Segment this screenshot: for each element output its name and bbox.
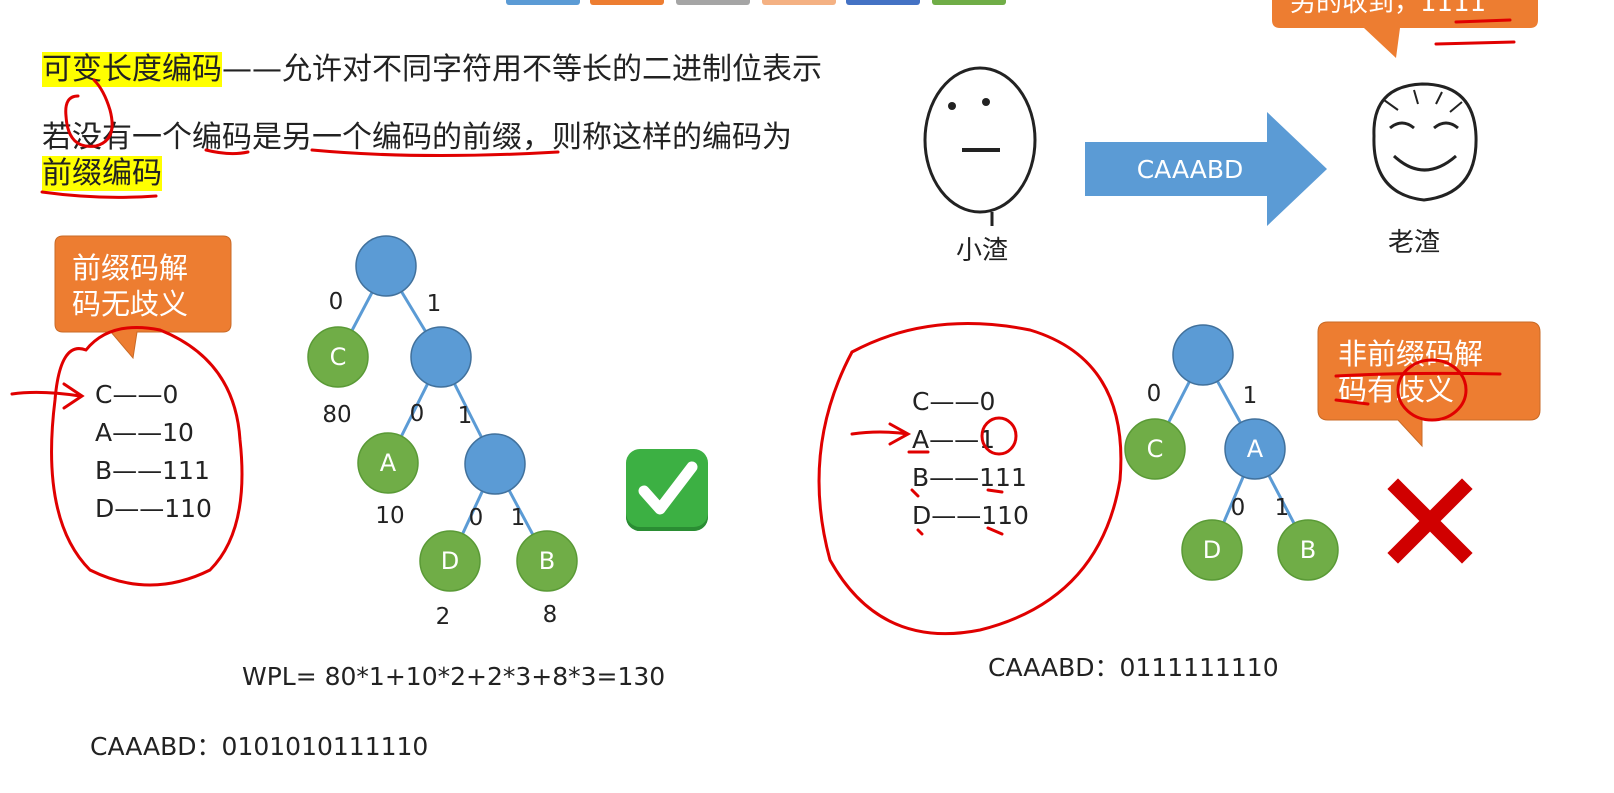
slide-tab [846, 0, 920, 5]
left-tree-weight-label: 10 [375, 503, 404, 529]
left-tree-edge-bit-label: 1 [458, 403, 473, 429]
annotation-left-arrow [10, 382, 85, 410]
left-tree-weight-label: 8 [543, 602, 558, 628]
annotation-prefixterm-underline [40, 190, 158, 199]
right-tree-node-label: B [1300, 536, 1316, 564]
right-code-row: D——110 [912, 501, 1029, 530]
right-callout-line2: 码有歧义 [1338, 373, 1455, 407]
left-code-row: A——10 [95, 418, 194, 447]
left-tree-node-label: A [380, 449, 397, 477]
left-tree-node-n2 [464, 433, 526, 495]
left-tree-edge-bit-label: 1 [427, 291, 442, 317]
variable-length-definition: 可变长度编码——允许对不同字符用不等长的二进制位表示 [42, 44, 822, 88]
left-tree-node-label: C [330, 343, 347, 371]
prefix-code-term-line: 前缀编码 [42, 148, 162, 192]
right-tree-edge-bit-label: 1 [1243, 383, 1258, 409]
right-code-row: C——0 [912, 387, 996, 416]
right-code-row: B——111 [912, 463, 1027, 492]
sender-face-icon [923, 66, 1037, 226]
left-tree-weight-label: 80 [322, 402, 351, 428]
slide-tab [676, 0, 750, 5]
left-tree-node-n1 [410, 326, 472, 388]
arrow-label: CAAABD [1136, 155, 1244, 184]
cross-mark-icon [1387, 478, 1473, 564]
right-encoding: CAAABD：0111111110 [988, 653, 1279, 682]
right-tree-node-label: C [1147, 435, 1164, 463]
left-code-row: B——111 [95, 456, 210, 485]
wpl-formula: WPL= 80*1+10*2+2*3+8*3=130 [242, 662, 666, 691]
slide-tab [506, 0, 580, 5]
left-code-row: C——0 [95, 380, 179, 409]
receiver-face-icon [1372, 82, 1478, 202]
receiver-label: 老渣 [1388, 228, 1441, 258]
sender-label: 小渣 [956, 236, 1009, 266]
slide-tab [932, 0, 1006, 5]
check-mark-icon [626, 449, 708, 531]
right-tree-edge-bit-label: 0 [1147, 381, 1162, 407]
left-tree-edge-bit-label: 1 [511, 505, 526, 531]
prefix-code-term: 前缀编码 [42, 156, 162, 191]
variable-length-term: 可变长度编码 [42, 52, 222, 87]
left-tree-node-root [355, 235, 417, 297]
top-callout-text: 另的收到，1111 [1290, 0, 1487, 18]
left-callout-text: 前缀码解 码无歧义 [72, 250, 188, 322]
right-tree-node-root [1172, 324, 1234, 386]
right-tree-edge-bit-label: 1 [1275, 495, 1290, 521]
left-callout-line1: 前缀码解 [72, 251, 189, 285]
left-tree-edge-bit-label: 0 [469, 505, 484, 531]
left-tree-node-label: B [539, 547, 555, 575]
left-code-table: C——0 A——10 B——111 D——110 [95, 376, 212, 528]
left-tree-node-label: D [441, 547, 459, 575]
left-callout-line2: 码无歧义 [72, 287, 189, 321]
annotation-right-arrow [850, 422, 912, 446]
left-code-row: D——110 [95, 494, 212, 523]
variable-length-desc: ——允许对不同字符用不等长的二进制位表示 [222, 52, 822, 87]
right-tree-node-label: D [1203, 536, 1221, 564]
left-encoding: CAAABD：0101010111110 [90, 732, 429, 761]
right-callout-text: 非前缀码解 码有歧义 [1338, 336, 1483, 408]
left-tree-edge-bit-label: 0 [410, 401, 425, 427]
slide-tab [762, 0, 836, 5]
slide-tab [590, 0, 664, 5]
right-code-table: C——0 A——1 B——111 D——110 [912, 383, 1029, 535]
left-tree-weight-label: 2 [436, 604, 451, 630]
left-tree-edge-bit-label: 0 [329, 289, 344, 315]
left-huffman-tree: 0 10 10 1C80A10D2B8 [307, 235, 578, 630]
right-code-row: A——1 [912, 425, 996, 454]
right-tree-edge-bit-label: 0 [1231, 495, 1246, 521]
right-callout-line1: 非前缀码解 [1338, 337, 1484, 371]
right-tree-node-label: A [1247, 435, 1264, 463]
